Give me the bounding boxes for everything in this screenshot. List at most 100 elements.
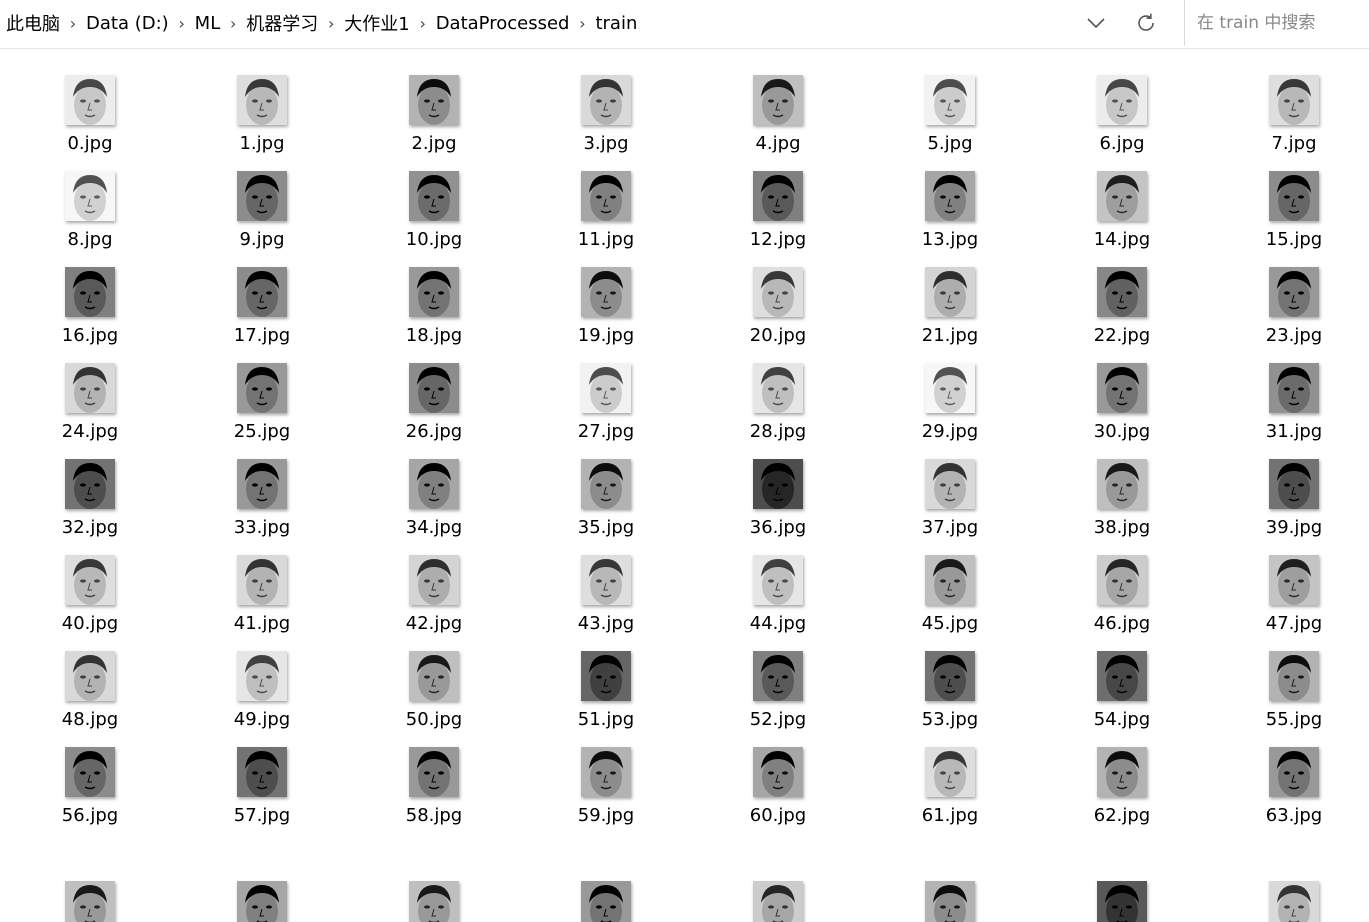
file-item[interactable] [546,854,666,922]
file-item[interactable]: 15.jpg [1234,144,1354,250]
file-item[interactable]: 30.jpg [1062,336,1182,442]
file-item[interactable]: 17.jpg [202,240,322,346]
face-thumbnail-image [409,651,459,701]
file-item[interactable]: 32.jpg [30,432,150,538]
file-item[interactable]: 13.jpg [890,144,1010,250]
file-item[interactable]: 38.jpg [1062,432,1182,538]
face-thumbnail-image [1269,747,1319,797]
file-item[interactable] [718,854,838,922]
search-input[interactable] [1195,12,1369,34]
file-item[interactable]: 42.jpg [374,528,494,634]
file-item[interactable]: 56.jpg [30,720,150,826]
breadcrumb-separator-icon[interactable]: › [571,14,593,33]
file-grid: 0.jpg 1.jpg 2.jpg 3.jpg 4.jpg 5.jpg 6.jpg 7.jpg… [0,48,1369,922]
search-box[interactable] [1184,0,1369,46]
file-item[interactable]: 5.jpg [890,48,1010,154]
file-item[interactable]: 57.jpg [202,720,322,826]
file-item[interactable]: 27.jpg [546,336,666,442]
face-thumbnail-image [753,267,803,317]
breadcrumb-item[interactable]: train [593,13,639,34]
face-thumbnail-image [409,171,459,221]
file-item[interactable]: 37.jpg [890,432,1010,538]
file-item[interactable]: 48.jpg [30,624,150,730]
file-item[interactable]: 36.jpg [718,432,838,538]
file-item[interactable]: 53.jpg [890,624,1010,730]
address-dropdown-button[interactable] [1078,8,1114,38]
file-item[interactable] [374,854,494,922]
file-item[interactable]: 22.jpg [1062,240,1182,346]
file-item[interactable]: 44.jpg [718,528,838,634]
file-item[interactable]: 33.jpg [202,432,322,538]
breadcrumb-separator-icon[interactable]: › [62,14,84,33]
file-item[interactable]: 24.jpg [30,336,150,442]
face-thumbnail-image [925,881,975,922]
file-item[interactable] [30,854,150,922]
file-item[interactable]: 25.jpg [202,336,322,442]
file-item[interactable]: 60.jpg [718,720,838,826]
file-item[interactable]: 40.jpg [30,528,150,634]
file-item[interactable]: 0.jpg [30,48,150,154]
file-item[interactable]: 41.jpg [202,528,322,634]
breadcrumb-separator-icon[interactable]: › [171,14,193,33]
face-thumbnail-image [753,555,803,605]
file-item[interactable]: 59.jpg [546,720,666,826]
file-item[interactable]: 10.jpg [374,144,494,250]
file-item[interactable]: 6.jpg [1062,48,1182,154]
file-item[interactable]: 16.jpg [30,240,150,346]
file-item[interactable]: 50.jpg [374,624,494,730]
breadcrumb-item[interactable]: 机器学习 [244,10,320,36]
refresh-button[interactable] [1128,8,1164,38]
file-item[interactable] [1062,854,1182,922]
file-item[interactable]: 43.jpg [546,528,666,634]
breadcrumb-separator-icon[interactable]: › [320,14,342,33]
file-item[interactable]: 20.jpg [718,240,838,346]
breadcrumb-separator-icon[interactable]: › [412,14,434,33]
file-item[interactable]: 63.jpg [1234,720,1354,826]
breadcrumb-separator-icon[interactable]: › [222,14,244,33]
breadcrumb-item[interactable]: DataProcessed [434,13,572,34]
face-thumbnail-image [1269,75,1319,125]
file-item[interactable]: 29.jpg [890,336,1010,442]
file-item[interactable]: 47.jpg [1234,528,1354,634]
file-item[interactable]: 7.jpg [1234,48,1354,154]
file-item[interactable]: 55.jpg [1234,624,1354,730]
file-item[interactable]: 62.jpg [1062,720,1182,826]
file-item[interactable]: 19.jpg [546,240,666,346]
file-item[interactable]: 31.jpg [1234,336,1354,442]
file-item[interactable]: 12.jpg [718,144,838,250]
face-thumbnail-image [409,459,459,509]
file-item[interactable] [890,854,1010,922]
file-item[interactable] [1234,854,1354,922]
file-item[interactable]: 52.jpg [718,624,838,730]
file-item[interactable]: 11.jpg [546,144,666,250]
breadcrumb-item[interactable]: 大作业1 [342,10,411,36]
file-item[interactable]: 58.jpg [374,720,494,826]
file-item[interactable]: 2.jpg [374,48,494,154]
file-item[interactable]: 28.jpg [718,336,838,442]
breadcrumb-item[interactable]: Data (D:) [84,13,171,34]
file-item[interactable]: 8.jpg [30,144,150,250]
file-item[interactable]: 1.jpg [202,48,322,154]
file-item[interactable]: 23.jpg [1234,240,1354,346]
breadcrumb-item[interactable]: ML [193,13,223,34]
file-item[interactable]: 21.jpg [890,240,1010,346]
file-item[interactable]: 51.jpg [546,624,666,730]
file-item[interactable]: 34.jpg [374,432,494,538]
address-bar[interactable]: 此电脑 › Data (D:) › ML › 机器学习 › 大作业1 › DataProcessed… [0,0,1176,46]
file-name: 56.jpg [61,805,119,826]
breadcrumb-item[interactable]: 此电脑 [4,10,62,36]
file-item[interactable]: 35.jpg [546,432,666,538]
file-item[interactable]: 3.jpg [546,48,666,154]
file-item[interactable]: 18.jpg [374,240,494,346]
file-item[interactable]: 49.jpg [202,624,322,730]
file-item[interactable]: 26.jpg [374,336,494,442]
file-item[interactable]: 46.jpg [1062,528,1182,634]
file-item[interactable]: 4.jpg [718,48,838,154]
file-item[interactable]: 14.jpg [1062,144,1182,250]
file-item[interactable]: 45.jpg [890,528,1010,634]
file-item[interactable]: 54.jpg [1062,624,1182,730]
file-item[interactable]: 61.jpg [890,720,1010,826]
file-item[interactable]: 39.jpg [1234,432,1354,538]
file-item[interactable]: 9.jpg [202,144,322,250]
file-item[interactable] [202,854,322,922]
